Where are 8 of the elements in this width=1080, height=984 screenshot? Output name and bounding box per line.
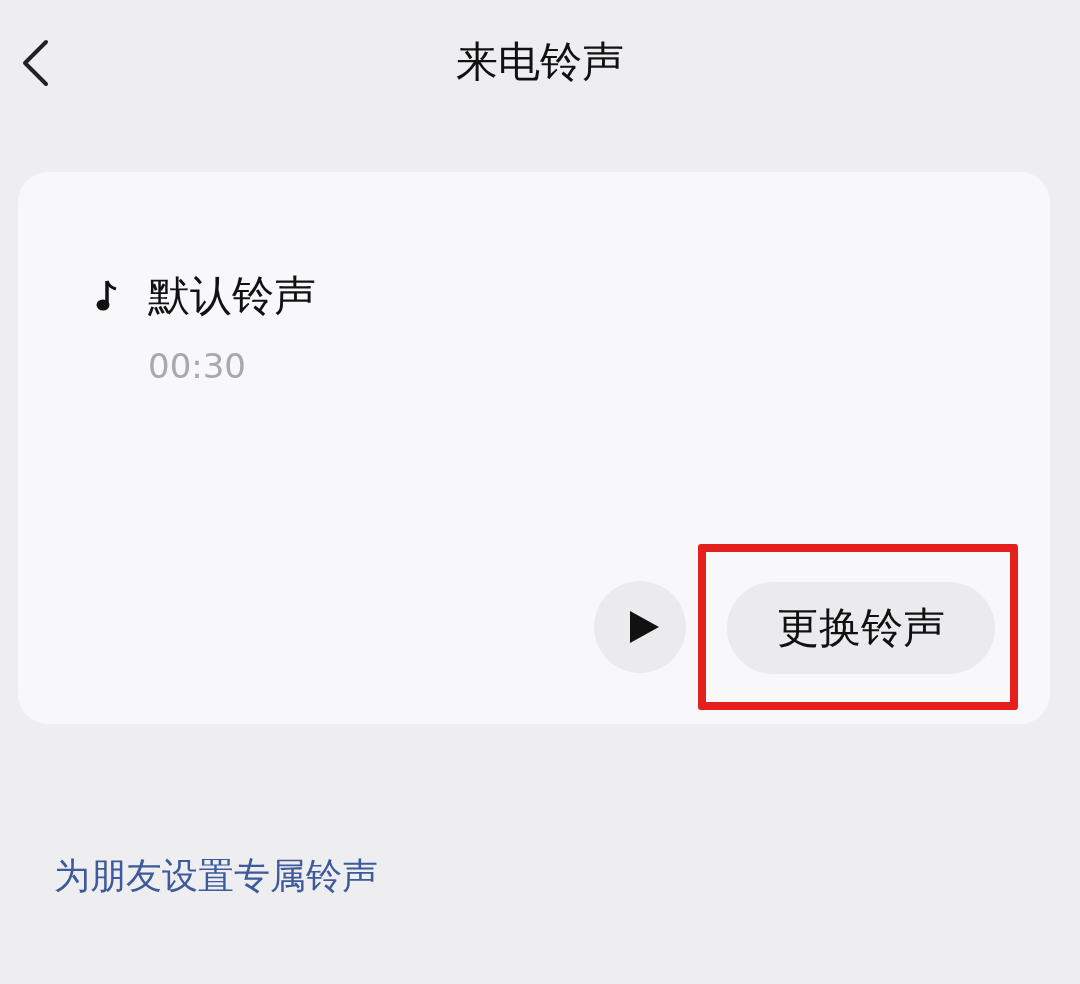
play-icon (628, 610, 660, 644)
ringtone-duration: 00:30 (148, 346, 247, 386)
change-ringtone-button[interactable]: 更换铃声 (727, 582, 995, 674)
ringtone-name: 默认铃声 (148, 270, 316, 322)
music-note-icon (96, 279, 118, 313)
page-title: 来电铃声 (456, 36, 624, 88)
friend-ringtone-link[interactable]: 为朋友设置专属铃声 (54, 852, 1080, 901)
back-icon[interactable] (20, 39, 50, 87)
